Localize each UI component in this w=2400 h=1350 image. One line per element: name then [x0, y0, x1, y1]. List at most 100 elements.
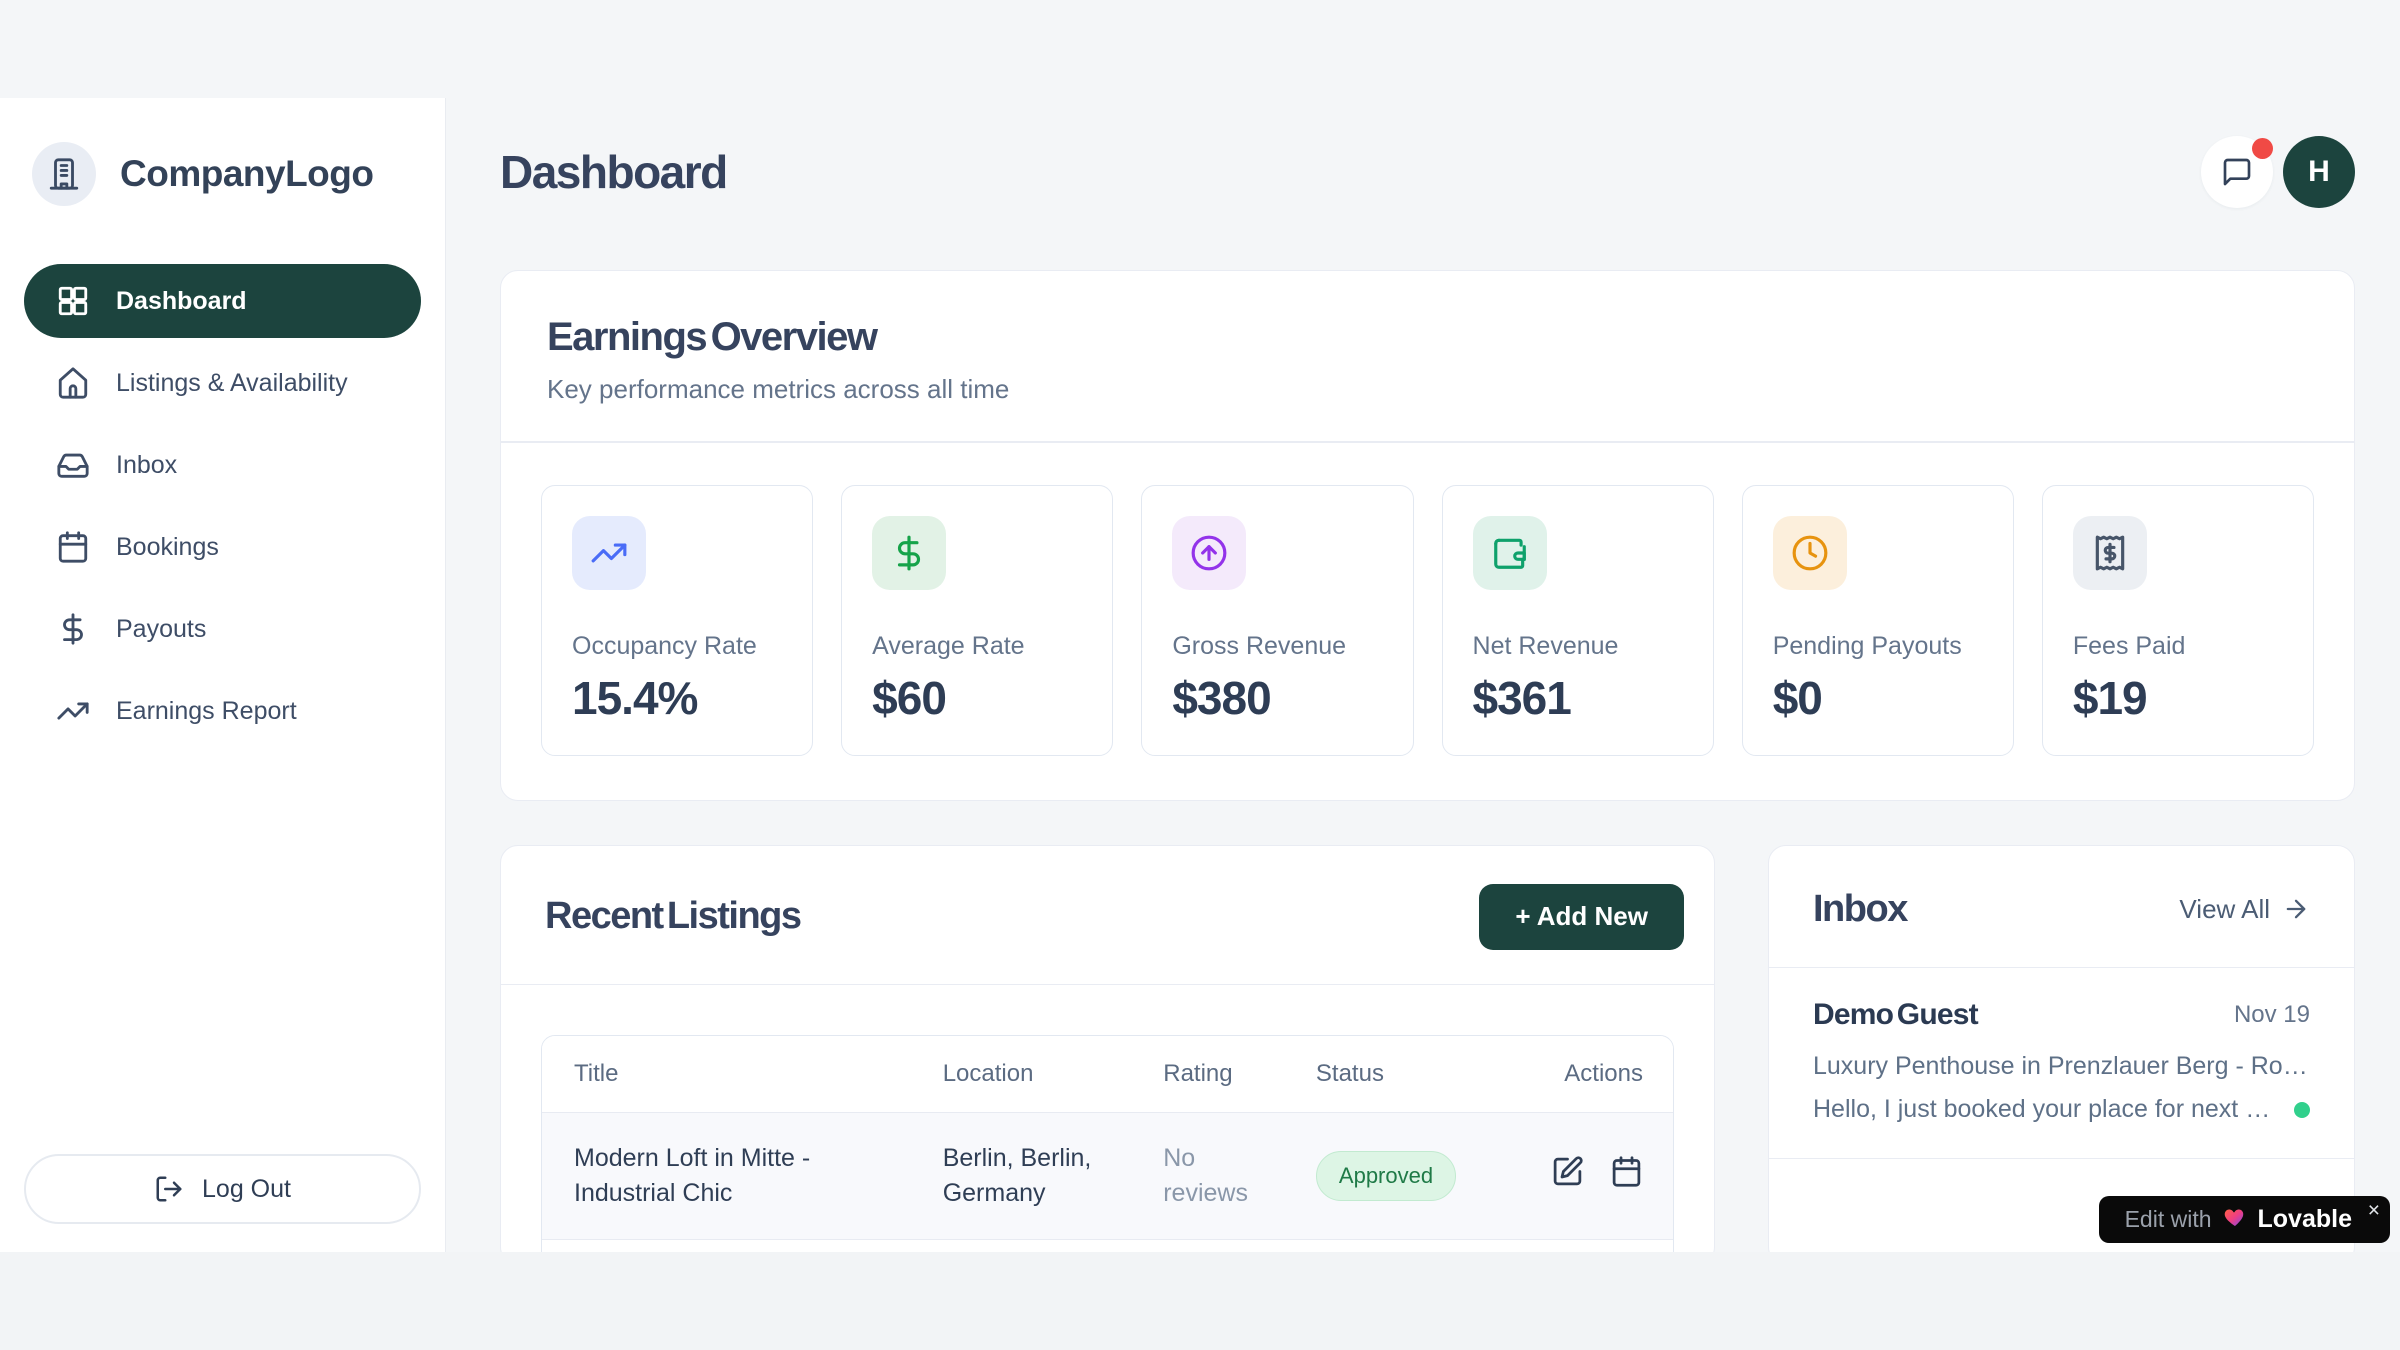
- dollar-icon: [56, 612, 90, 646]
- inbox-header: Inbox View All: [1769, 846, 2354, 967]
- column-header-actions: Actions: [1480, 1036, 1673, 1112]
- inbox-title: Inbox: [1813, 888, 1907, 931]
- inbox-card: Inbox View All Demo Guest Nov 19 Luxury …: [1768, 845, 2355, 1253]
- message-preview: Hello, I just booked your place for next…: [1813, 1095, 2280, 1124]
- sidebar-item-label: Bookings: [116, 533, 219, 562]
- metric-label: Occupancy Rate: [572, 632, 782, 661]
- metric-label: Net Revenue: [1473, 632, 1683, 661]
- dollar-icon: [872, 516, 946, 590]
- header-actions: H: [2201, 136, 2355, 208]
- edit-with-lovable-badge[interactable]: Edit with Lovable ×: [2099, 1196, 2390, 1243]
- chat-bubble-icon: [2221, 156, 2253, 188]
- inbox-message-item[interactable]: Demo Guest Nov 19 Luxury Penthouse in Pr…: [1769, 968, 2354, 1159]
- listing-calendar-button[interactable]: [1610, 1155, 1643, 1188]
- arrow-right-icon: [2282, 895, 2310, 923]
- earnings-header: Earnings Overview Key performance metric…: [501, 271, 2354, 441]
- recent-listings-title: Recent Listings: [545, 895, 801, 938]
- sidebar-item-label: Payouts: [116, 615, 206, 644]
- notification-dot: [2252, 138, 2273, 159]
- listing-status-cell: Approved: [1284, 1112, 1480, 1239]
- wallet-icon: [1473, 516, 1547, 590]
- metric-net-revenue: Net Revenue $361: [1442, 485, 1714, 756]
- sidebar-item-earnings-report[interactable]: Earnings Report: [24, 674, 421, 748]
- column-header-rating: Rating: [1131, 1036, 1284, 1112]
- metric-value: $0: [1773, 671, 1983, 725]
- receipt-icon: [2073, 516, 2147, 590]
- badge-brand: Lovable: [2258, 1205, 2352, 1234]
- user-avatar[interactable]: H: [2283, 136, 2355, 208]
- column-header-title: Title: [542, 1036, 911, 1112]
- column-header-location: Location: [911, 1036, 1132, 1112]
- messages-button[interactable]: [2201, 136, 2273, 208]
- main-header: Dashboard H: [500, 134, 2355, 210]
- sidebar-item-bookings[interactable]: Bookings: [24, 510, 421, 584]
- listing-actions-cell: [1480, 1112, 1673, 1239]
- sidebar-spacer: [24, 748, 421, 1154]
- listings-table: Title Location Rating Status Actions Mod…: [541, 1035, 1674, 1252]
- sidebar-item-label: Earnings Report: [116, 697, 297, 726]
- metric-occupancy-rate: Occupancy Rate 15.4%: [541, 485, 813, 756]
- metric-value: $361: [1473, 671, 1683, 725]
- dashboard-grid-icon: [56, 284, 90, 318]
- inbox-tray-icon: [56, 448, 90, 482]
- sidebar-nav: Dashboard Listings & Availability Inbox …: [24, 264, 421, 748]
- add-new-button[interactable]: + Add New: [1479, 884, 1684, 950]
- badge-close-icon[interactable]: ×: [2368, 1200, 2380, 1221]
- metric-average-rate: Average Rate $60: [841, 485, 1113, 756]
- arrow-up-circle-icon: [1172, 516, 1246, 590]
- metric-label: Average Rate: [872, 632, 1082, 661]
- listings-table-wrapper: Title Location Rating Status Actions Mod…: [501, 985, 1714, 1252]
- sidebar-item-inbox[interactable]: Inbox: [24, 428, 421, 502]
- avatar-initial: H: [2308, 155, 2330, 189]
- earnings-subtitle: Key performance metrics across all time: [547, 374, 2308, 405]
- message-date: Nov 19: [2234, 1001, 2310, 1029]
- badge-prefix: Edit with: [2125, 1206, 2212, 1233]
- metric-fees-paid: Fees Paid $19: [2042, 485, 2314, 756]
- calendar-icon: [1610, 1155, 1643, 1188]
- logo-text: CompanyLogo: [120, 153, 373, 195]
- table-header-row: Title Location Rating Status Actions: [542, 1036, 1673, 1112]
- logout-button[interactable]: Log Out: [24, 1154, 421, 1224]
- listing-location-cell: Berlin, Berlin, Germany: [911, 1112, 1132, 1239]
- company-logo-icon: [32, 142, 96, 206]
- clock-icon: [1773, 516, 1847, 590]
- sidebar-item-label: Inbox: [116, 451, 177, 480]
- content-row: Recent Listings + Add New Title Location…: [500, 845, 2355, 1253]
- sidebar-item-listings[interactable]: Listings & Availability: [24, 346, 421, 420]
- trending-up-icon: [56, 694, 90, 728]
- listing-rating-cell: No reviews: [1131, 1112, 1284, 1239]
- lovable-heart-icon: [2223, 1205, 2247, 1234]
- metric-value: $60: [872, 671, 1082, 725]
- sidebar-item-dashboard[interactable]: Dashboard: [24, 264, 421, 338]
- view-all-link[interactable]: View All: [2179, 894, 2310, 925]
- main-content: Dashboard H Earnings Overview Key perfor…: [446, 0, 2400, 1252]
- metric-pending-payouts: Pending Payouts $0: [1742, 485, 2014, 756]
- message-subject: Luxury Penthouse in Prenzlauer Berg - Ro…: [1813, 1052, 2310, 1081]
- edit-icon: [1551, 1155, 1584, 1188]
- metrics-row: Occupancy Rate 15.4% Average Rate $60 Gr…: [501, 443, 2354, 800]
- trending-up-icon: [572, 516, 646, 590]
- status-badge: Approved: [1316, 1151, 1456, 1202]
- metric-label: Gross Revenue: [1172, 632, 1382, 661]
- metric-label: Pending Payouts: [1773, 632, 1983, 661]
- recent-listings-card: Recent Listings + Add New Title Location…: [500, 845, 1715, 1253]
- app-frame: CompanyLogo Dashboard Listings & Availab…: [0, 0, 2400, 1252]
- column-header-status: Status: [1284, 1036, 1480, 1112]
- metric-value: $19: [2073, 671, 2283, 725]
- message-sender: Demo Guest: [1813, 998, 1978, 1032]
- sidebar-item-label: Listings & Availability: [116, 369, 348, 398]
- sidebar: CompanyLogo Dashboard Listings & Availab…: [0, 98, 446, 1252]
- logout-icon: [154, 1174, 184, 1204]
- recent-listings-header: Recent Listings + Add New: [501, 846, 1714, 984]
- view-all-label: View All: [2179, 894, 2270, 925]
- earnings-overview-card: Earnings Overview Key performance metric…: [500, 270, 2355, 801]
- sidebar-item-payouts[interactable]: Payouts: [24, 592, 421, 666]
- calendar-icon: [56, 530, 90, 564]
- logo: CompanyLogo: [24, 142, 421, 206]
- metric-gross-revenue: Gross Revenue $380: [1141, 485, 1413, 756]
- logout-label: Log Out: [202, 1175, 291, 1204]
- edit-listing-button[interactable]: [1551, 1155, 1584, 1188]
- earnings-title: Earnings Overview: [547, 315, 2308, 360]
- metric-value: 15.4%: [572, 671, 782, 725]
- page-title: Dashboard: [500, 145, 727, 199]
